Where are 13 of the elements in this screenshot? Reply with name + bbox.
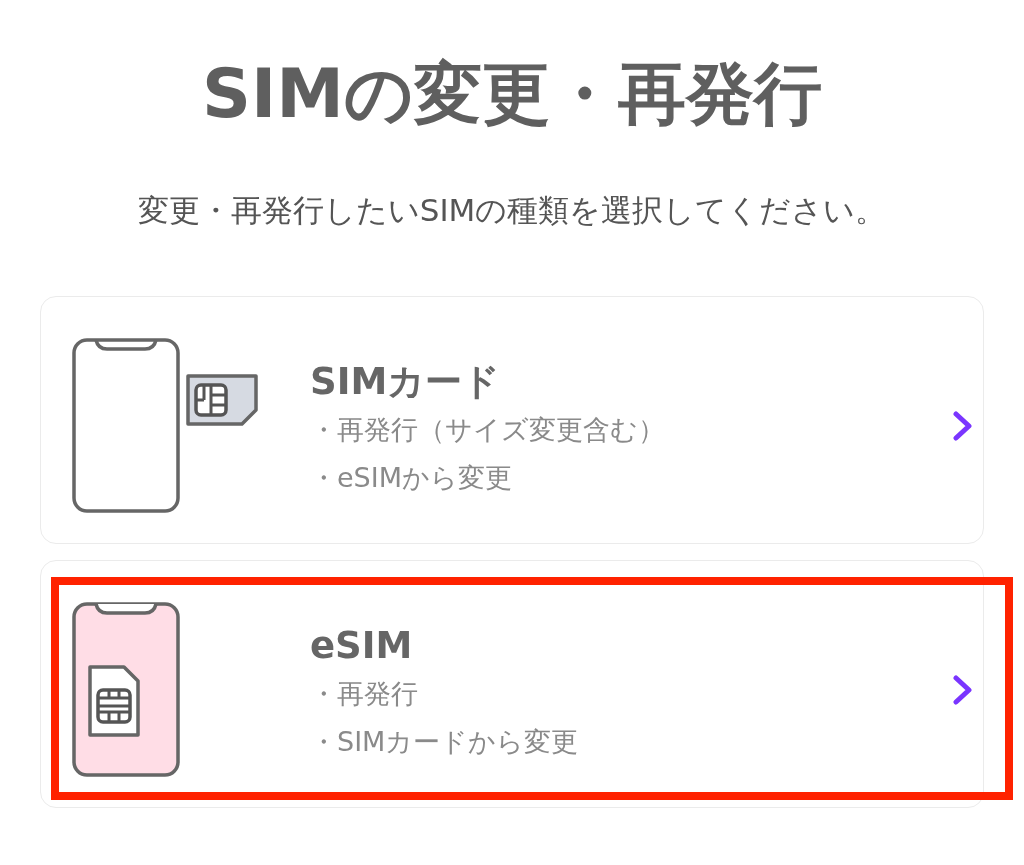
chevron-right-icon [953, 674, 973, 705]
phone-and-sim-card-icon [72, 338, 260, 513]
instruction-text: 変更・再発行したいSIMの種類を選択してください。 [137, 191, 887, 230]
option-description: ・再発行 [310, 676, 419, 711]
option-description: ・eSIMから変更 [310, 460, 513, 495]
option-description: ・SIMカードから変更 [310, 724, 580, 759]
option-description: ・再発行（サイズ変更含む） [310, 412, 666, 447]
option-title: eSIM [310, 622, 414, 669]
sim-option-card[interactable]: SIMカード ・再発行（サイズ変更含む） ・eSIMから変更 [40, 296, 984, 544]
chevron-right-icon [953, 410, 973, 441]
phone-with-sim-card-icon [72, 602, 182, 777]
option-title: SIMカード [310, 358, 502, 405]
page-title: SIMの変更・再発行 [202, 53, 822, 135]
